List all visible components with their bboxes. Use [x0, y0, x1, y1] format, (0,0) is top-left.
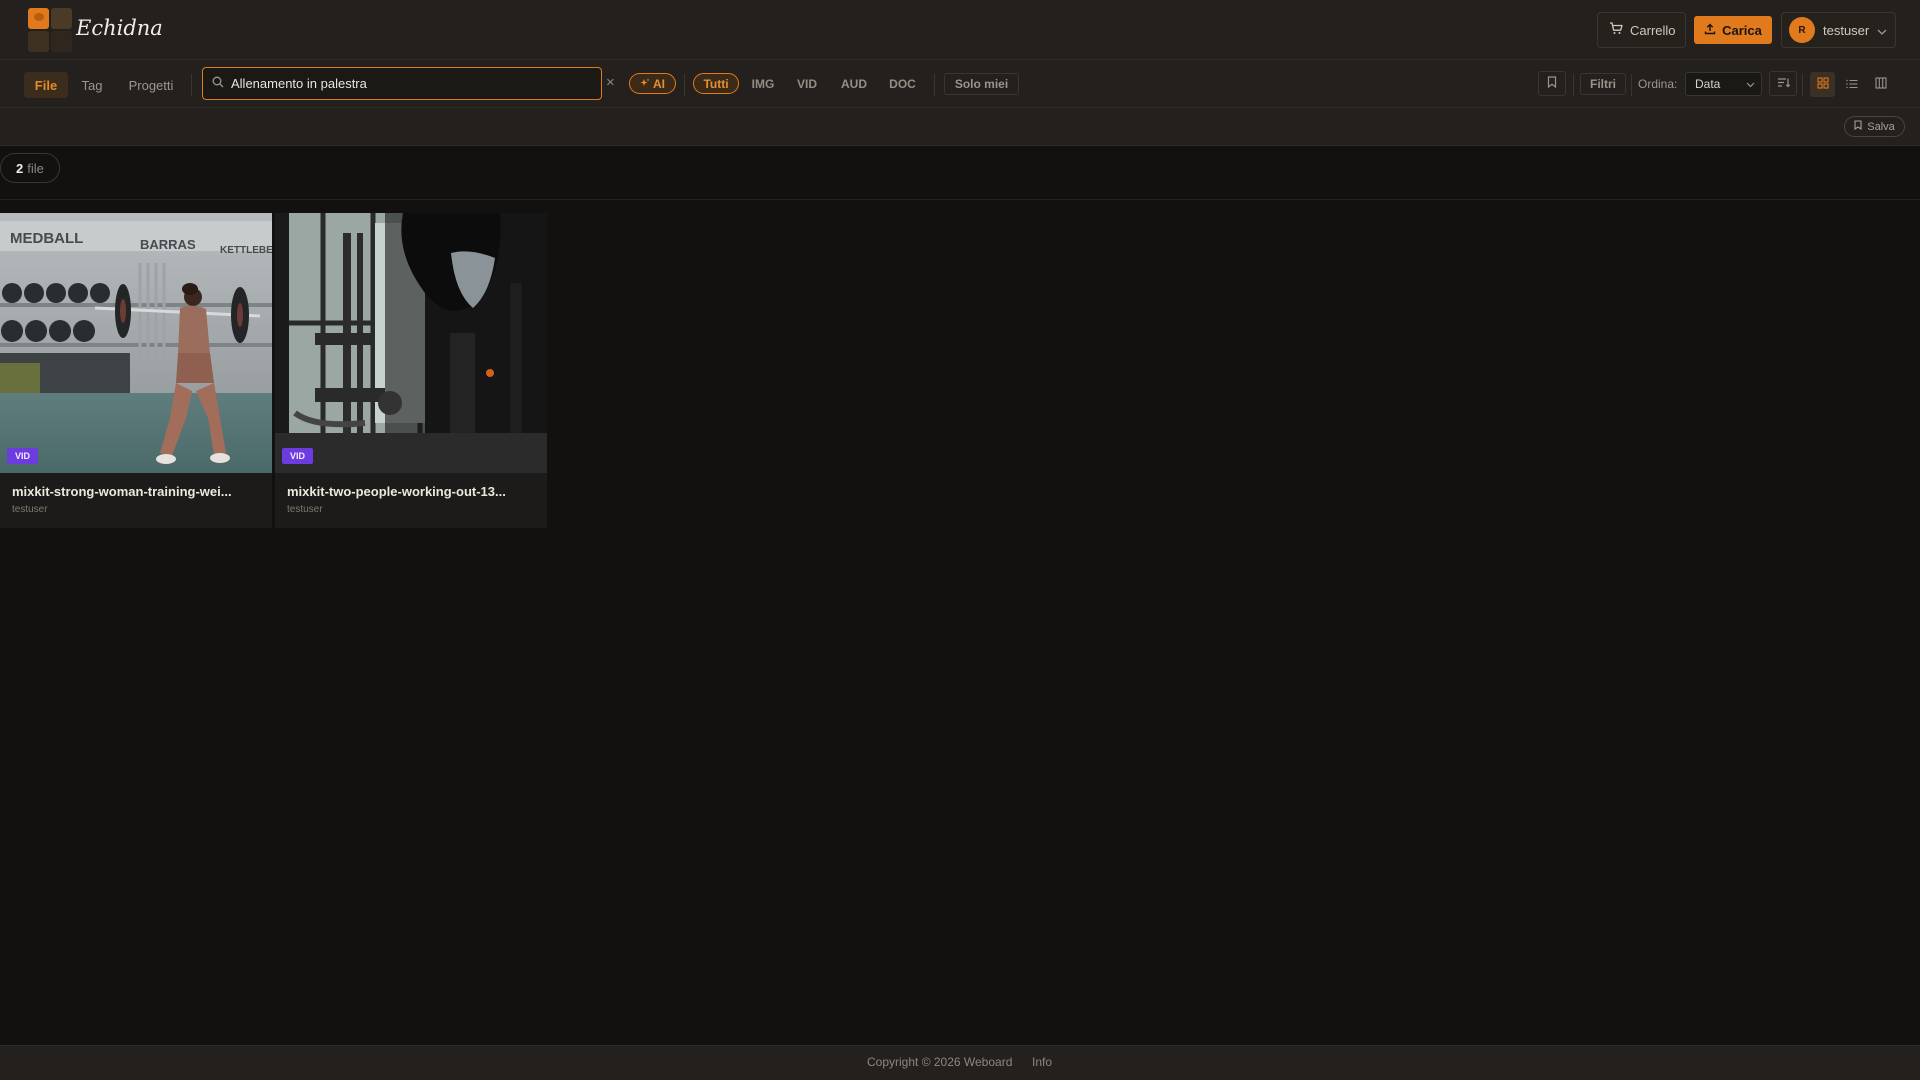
grid-icon — [1816, 77, 1829, 92]
file-card[interactable]: VID mixkit-two-people-working-out-13... — [275, 213, 547, 528]
divider — [684, 74, 685, 96]
upload-icon — [1704, 23, 1716, 38]
video-thumbnail[interactable]: MEDBALL BARRAS KETTLEBELL — [0, 213, 272, 473]
sparkle-icon — [640, 77, 650, 91]
search-subbar — [0, 108, 1920, 146]
filter-type-doc[interactable]: DOC — [886, 73, 919, 94]
file-owner: testuser — [287, 504, 323, 515]
divider — [934, 74, 935, 96]
user-name: testuser — [1823, 22, 1870, 38]
results-count-number: 2 — [16, 160, 24, 176]
cart-label: Carrello — [1630, 22, 1676, 38]
results-count-unit: file — [27, 160, 44, 176]
file-title[interactable]: mixkit-two-people-working-out-13... — [287, 484, 506, 499]
list-icon — [1845, 77, 1858, 92]
user-menu-button[interactable]: R testuser — [1781, 12, 1896, 48]
file-owner: testuser — [12, 504, 48, 515]
copyright-text: Copyright © 2026 Weboard — [867, 1055, 1013, 1069]
search-field[interactable] — [202, 67, 602, 100]
columns-view-button[interactable] — [1868, 72, 1893, 97]
filter-type-vid[interactable]: VID — [793, 73, 821, 94]
divider — [1573, 74, 1574, 96]
sort-select[interactable]: Data — [1685, 72, 1762, 96]
columns-icon — [1874, 77, 1887, 92]
results-bar — [0, 146, 1920, 200]
svg-text:BARRAS: BARRAS — [140, 237, 196, 252]
file-card[interactable]: MEDBALL BARRAS KETTLEBELL — [0, 213, 272, 528]
results-count: 2 file — [0, 153, 60, 183]
divider — [1802, 74, 1803, 96]
cart-icon — [1609, 22, 1623, 38]
video-thumbnail[interactable] — [275, 213, 547, 473]
sort-direction-icon — [1777, 77, 1790, 91]
bookmark-icon — [1854, 120, 1862, 133]
filters-button[interactable]: Filtri — [1580, 73, 1626, 95]
search-input[interactable] — [231, 76, 601, 91]
save-search-button[interactable]: Salva — [1844, 116, 1905, 137]
svg-text:MEDBALL: MEDBALL — [10, 230, 83, 247]
chevron-down-icon — [1877, 23, 1887, 38]
saved-searches-button[interactable] — [1538, 71, 1566, 96]
sort-value: Data — [1695, 77, 1721, 91]
list-view-button[interactable] — [1839, 72, 1864, 97]
app-name[interactable]: Echidna — [76, 16, 163, 40]
filter-type-all[interactable]: Tutti — [693, 73, 739, 94]
filter-type-img[interactable]: IMG — [748, 73, 778, 94]
logo-icon[interactable] — [28, 8, 72, 52]
divider — [191, 74, 192, 96]
upload-button[interactable]: Carica — [1694, 16, 1772, 44]
chevron-down-icon — [1746, 77, 1755, 91]
type-badge: VID — [282, 448, 313, 464]
bookmark-icon — [1547, 76, 1557, 91]
tab-progetti[interactable]: Progetti — [124, 72, 178, 98]
save-label: Salva — [1867, 120, 1895, 133]
grid-view-button[interactable] — [1810, 72, 1835, 97]
cart-button[interactable]: Carrello — [1597, 12, 1686, 48]
only-mine-button[interactable]: Solo miei — [944, 73, 1019, 95]
tab-file[interactable]: File — [24, 72, 68, 98]
view-mode-switcher — [1810, 72, 1893, 97]
avatar: R — [1789, 17, 1815, 43]
sort-label: Ordina: — [1638, 77, 1678, 91]
divider — [1631, 74, 1632, 96]
svg-text:KETTLEBELL: KETTLEBELL — [220, 245, 272, 256]
upload-label: Carica — [1722, 22, 1762, 38]
filter-type-aud[interactable]: AUD — [837, 73, 871, 94]
search-icon — [212, 76, 224, 91]
file-title[interactable]: mixkit-strong-woman-training-wei... — [12, 484, 232, 499]
ai-search-toggle[interactable]: AI — [629, 73, 676, 94]
info-link[interactable]: Info — [1032, 1055, 1052, 1069]
type-badge: VID — [7, 448, 38, 464]
clear-search-icon[interactable]: × — [606, 74, 615, 91]
ai-label: AI — [653, 76, 665, 91]
tab-tag[interactable]: Tag — [77, 72, 107, 98]
sort-direction-button[interactable] — [1769, 71, 1797, 96]
